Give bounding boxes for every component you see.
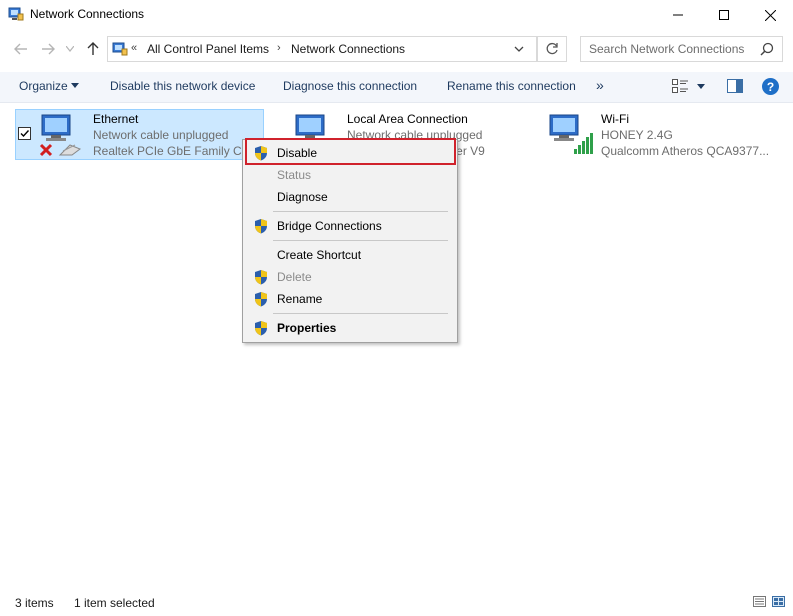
rename-connection-button[interactable]: Rename this connection — [447, 79, 576, 93]
minimize-icon — [673, 14, 683, 16]
menu-item-diagnose[interactable]: Diagnose — [277, 190, 328, 204]
refresh-button[interactable] — [537, 36, 567, 62]
ethernet-disconnected-icon — [39, 114, 82, 157]
refresh-icon — [546, 42, 558, 55]
breadcrumb-separator[interactable]: › — [277, 42, 281, 54]
breadcrumb-all-control-panel-items[interactable]: All Control Panel Items — [147, 42, 269, 56]
organize-button[interactable]: Organize — [19, 79, 68, 93]
back-button[interactable] — [10, 38, 32, 60]
more-commands-button[interactable]: » — [596, 77, 604, 93]
network-connections-icon — [8, 7, 24, 21]
item-status: HONEY 2.4G — [601, 128, 673, 142]
menu-item-delete: Delete — [277, 270, 312, 284]
menu-item-rename[interactable]: Rename — [277, 292, 322, 306]
details-view-icon[interactable] — [753, 596, 766, 607]
address-dropdown-button[interactable] — [510, 40, 528, 58]
window-title: Network Connections — [30, 7, 145, 21]
menu-item-properties[interactable]: Properties — [277, 321, 336, 335]
diagnose-connection-button[interactable]: Diagnose this connection — [283, 79, 417, 93]
minimize-button[interactable] — [655, 0, 701, 30]
arrow-up-icon — [87, 42, 99, 55]
control-panel-icon — [112, 42, 128, 56]
menu-item-status: Status — [277, 168, 312, 182]
checkmark-icon — [20, 130, 30, 138]
disable-device-button[interactable]: Disable this network device — [110, 79, 255, 93]
large-icons-view-icon[interactable] — [772, 596, 785, 607]
maximize-icon — [719, 10, 729, 20]
item-device: Qualcomm Atheros QCA9377... — [601, 144, 770, 158]
breadcrumb-network-connections[interactable]: Network Connections — [291, 42, 405, 56]
search-icon[interactable] — [760, 42, 774, 56]
change-view-icon[interactable] — [672, 79, 688, 93]
item-name: Ethernet — [93, 112, 139, 126]
maximize-button[interactable] — [701, 0, 747, 30]
menu-item-bridge-connections[interactable]: Bridge Connections — [277, 219, 382, 233]
menu-separator — [273, 211, 448, 212]
up-button[interactable] — [82, 38, 104, 60]
breadcrumb-overflow[interactable]: « — [131, 42, 137, 54]
arrow-left-icon — [14, 43, 27, 55]
forward-button[interactable] — [37, 38, 59, 60]
uac-shield-icon — [255, 321, 267, 336]
chevron-down-icon — [514, 46, 524, 52]
close-button[interactable] — [747, 0, 793, 30]
arrow-right-icon — [42, 43, 55, 55]
uac-shield-icon — [255, 219, 267, 234]
menu-separator — [273, 240, 448, 241]
uac-shield-icon — [255, 270, 267, 285]
menu-item-create-shortcut[interactable]: Create Shortcut — [277, 248, 361, 262]
item-device: Realtek PCIe GbE Family Controller — [93, 144, 243, 158]
selection-count: 1 item selected — [74, 596, 155, 610]
preview-pane-icon[interactable] — [727, 79, 743, 93]
caret-down-icon[interactable] — [697, 84, 705, 90]
highlight-annotation — [245, 138, 456, 165]
search-placeholder: Search Network Connections — [589, 42, 745, 56]
wifi-connected-icon[interactable] — [548, 111, 594, 157]
uac-shield-icon — [255, 292, 267, 307]
chevron-down-icon — [66, 46, 74, 52]
item-checkbox[interactable] — [18, 127, 31, 140]
help-icon[interactable]: ? — [762, 78, 779, 95]
item-count: 3 items — [15, 596, 54, 610]
item-status: Network cable unplugged — [93, 128, 229, 142]
caret-down-icon[interactable] — [71, 83, 79, 89]
close-icon — [764, 9, 776, 21]
menu-separator — [273, 313, 448, 314]
item-name[interactable]: Wi-Fi — [601, 112, 629, 126]
item-name[interactable]: Local Area Connection — [347, 112, 468, 126]
recent-locations-button[interactable] — [62, 38, 78, 60]
